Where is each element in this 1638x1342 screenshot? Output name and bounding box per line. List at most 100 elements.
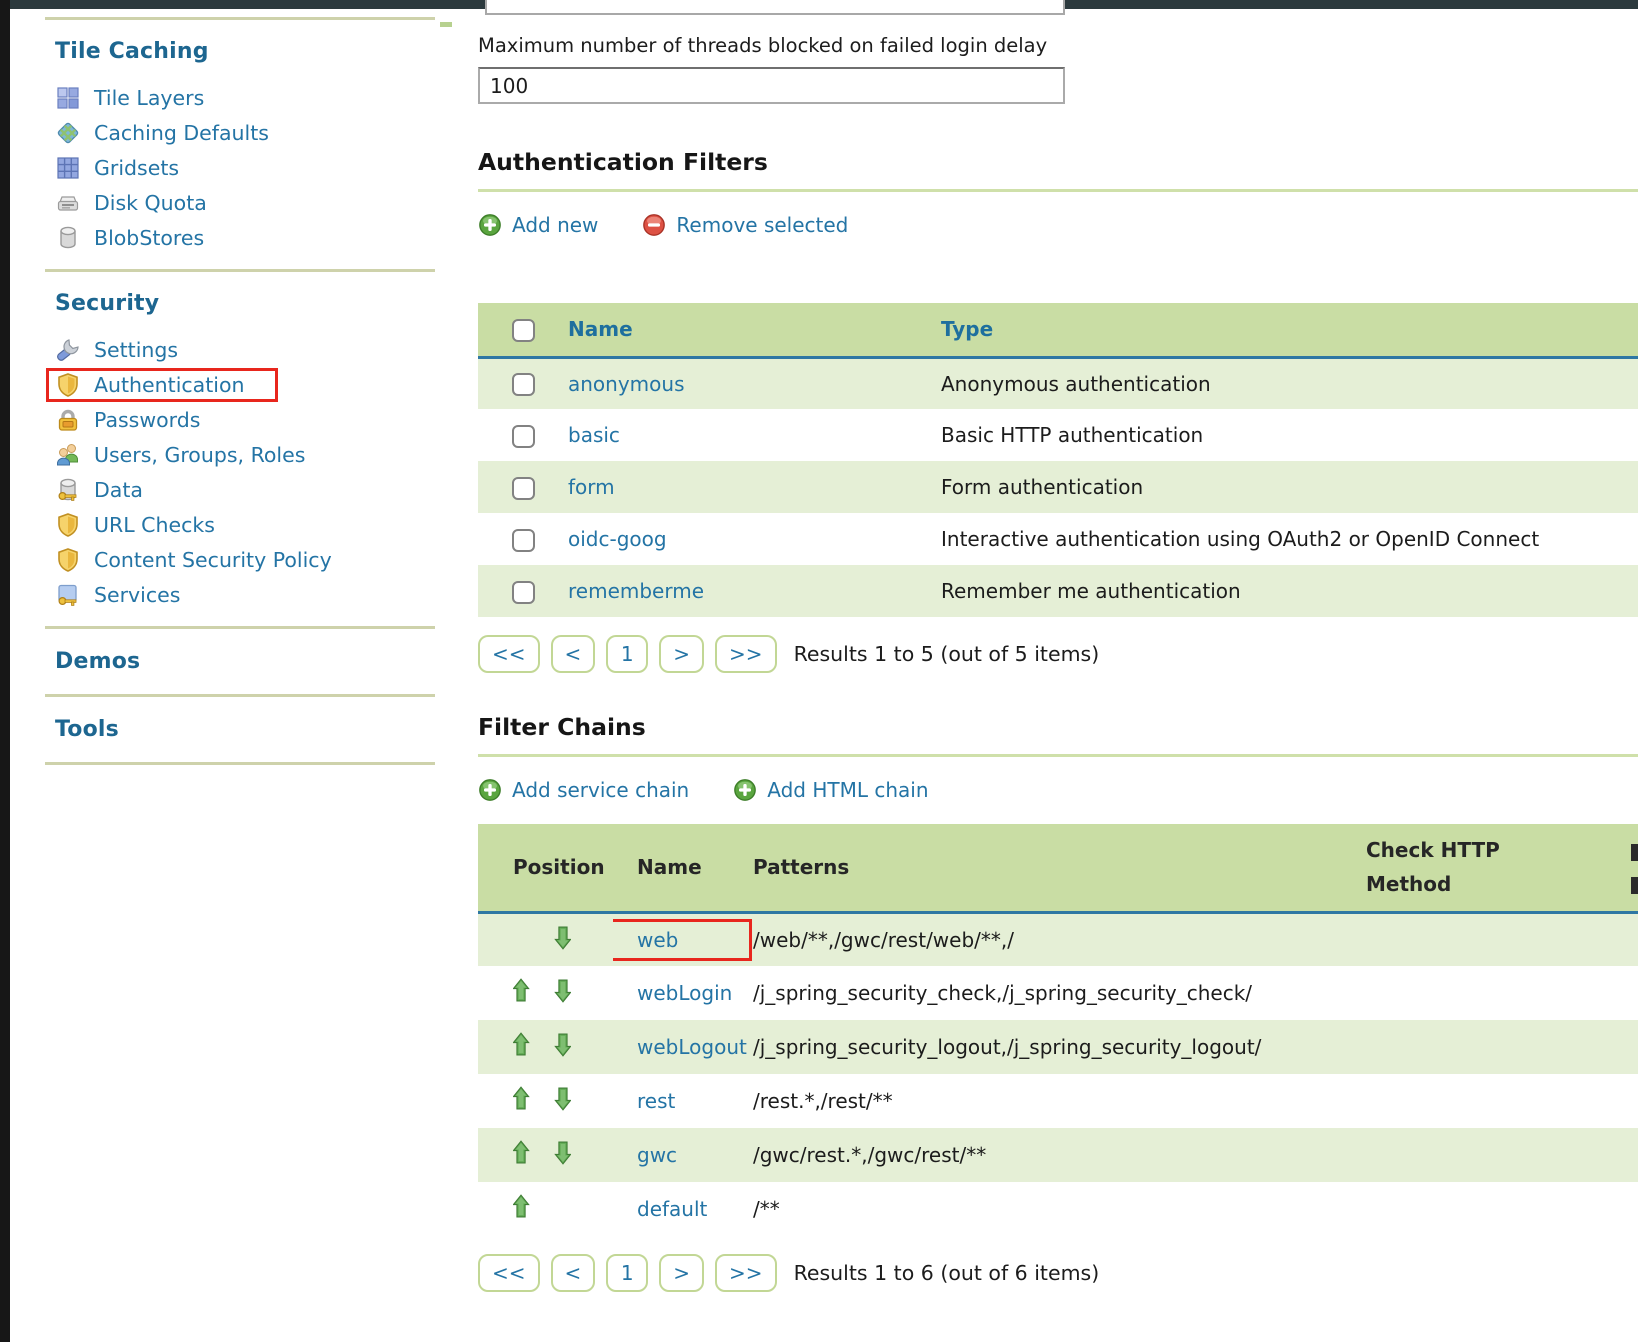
filter-name-link[interactable]: basic <box>568 423 620 447</box>
sidebar-item-label[interactable]: Gridsets <box>94 156 179 180</box>
shield-icon <box>55 372 81 398</box>
move-down-arrow[interactable] <box>554 1032 571 1057</box>
move-up-arrow[interactable] <box>513 1032 530 1057</box>
sidebar-section-tools[interactable]: Tools <box>55 717 435 742</box>
sidebar-item-settings[interactable]: Settings <box>55 332 435 367</box>
prev-page-button[interactable]: < <box>551 1254 596 1292</box>
move-up-arrow[interactable] <box>513 1086 530 1111</box>
sidebar-section-tile-caching: Tile Caching <box>55 39 435 64</box>
column-header-check-http-method: Check HTTP Method <box>1366 833 1526 901</box>
filter-name-link[interactable]: rememberme <box>568 579 704 603</box>
sidebar-item-label[interactable]: Passwords <box>94 408 200 432</box>
chain-name-link[interactable]: rest <box>637 1089 675 1113</box>
filter-type-text: Anonymous authentication <box>941 372 1211 396</box>
add-new-link[interactable]: Add new <box>478 213 598 237</box>
sidebar-divider <box>45 626 435 629</box>
move-down-arrow[interactable] <box>554 1086 571 1111</box>
select-all-checkbox[interactable] <box>512 319 535 342</box>
main-content: Maximum number of threads blocked on fai… <box>478 0 1638 1292</box>
sidebar-item-authentication[interactable]: Authentication <box>55 367 435 402</box>
sidebar-item-url-checks[interactable]: URL Checks <box>55 507 435 542</box>
auth-filters-pagination: << < 1 > >> Results 1 to 5 (out of 5 ite… <box>478 635 1638 673</box>
row-checkbox[interactable] <box>512 425 535 448</box>
row-checkbox[interactable] <box>512 529 535 552</box>
padlock-icon <box>55 407 81 433</box>
add-service-chain-link[interactable]: Add service chain <box>478 778 689 802</box>
chain-patterns-text: /j_spring_security_check,/j_spring_secur… <box>753 981 1252 1005</box>
move-down-arrow[interactable] <box>554 925 571 950</box>
first-page-button[interactable]: << <box>478 1254 540 1292</box>
sidebar-item-label[interactable]: Settings <box>94 338 178 362</box>
table-row: webLogin /j_spring_security_check,/j_spr… <box>478 966 1638 1020</box>
sidebar-item-data[interactable]: Data <box>55 472 435 507</box>
filter-chains-table: Position Name Patterns Check HTTP Method… <box>478 824 1638 1236</box>
chain-name-link[interactable]: web <box>637 928 678 952</box>
database-key-icon <box>55 477 81 503</box>
add-new-label: Add new <box>512 213 598 237</box>
move-up-arrow[interactable] <box>513 1194 530 1219</box>
blobstores-icon <box>55 225 81 251</box>
sidebar-divider <box>45 694 435 697</box>
sidebar-item-gridsets[interactable]: Gridsets <box>55 150 435 185</box>
sidebar-item-disk-quota[interactable]: Disk Quota <box>55 185 435 220</box>
move-down-arrow[interactable] <box>554 978 571 1003</box>
sidebar-item-label[interactable]: Authentication <box>94 373 245 397</box>
filter-chains-heading: Filter Chains <box>478 713 1638 757</box>
clipped-column-fragment <box>1631 877 1638 894</box>
column-header-position: Position <box>478 824 613 912</box>
sidebar-item-caching-defaults[interactable]: Caching Defaults <box>55 115 435 150</box>
sidebar-item-label[interactable]: Data <box>94 478 143 502</box>
sidebar-item-content-security-policy[interactable]: Content Security Policy <box>55 542 435 577</box>
remove-selected-link[interactable]: Remove selected <box>642 213 848 237</box>
last-page-button[interactable]: >> <box>715 635 777 673</box>
sidebar-item-label[interactable]: BlobStores <box>94 226 204 250</box>
sidebar-item-passwords[interactable]: Passwords <box>55 402 435 437</box>
page-number-button[interactable]: 1 <box>606 635 648 673</box>
sidebar-item-label[interactable]: URL Checks <box>94 513 215 537</box>
move-up-arrow[interactable] <box>513 978 530 1003</box>
next-page-button[interactable]: > <box>659 1254 704 1292</box>
caching-defaults-icon <box>55 120 81 146</box>
move-down-arrow[interactable] <box>554 1140 571 1165</box>
prev-page-button[interactable]: < <box>551 635 596 673</box>
sidebar-item-label[interactable]: Content Security Policy <box>94 548 332 572</box>
filter-name-link[interactable]: anonymous <box>568 372 685 396</box>
table-header-row: Name Type <box>478 303 1638 357</box>
column-header-name[interactable]: Name <box>568 317 633 341</box>
chain-name-link[interactable]: gwc <box>637 1143 677 1167</box>
sidebar-item-blobstores[interactable]: BlobStores <box>55 220 435 255</box>
column-header-type[interactable]: Type <box>941 317 993 341</box>
add-html-chain-link[interactable]: Add HTML chain <box>733 778 928 802</box>
sidebar-divider <box>45 762 435 765</box>
sidebar-item-services[interactable]: Services <box>55 577 435 612</box>
sidebar-item-label[interactable]: Caching Defaults <box>94 121 269 145</box>
page-number-button[interactable]: 1 <box>606 1254 648 1292</box>
next-page-button[interactable]: > <box>659 635 704 673</box>
filter-type-text: Interactive authentication using OAuth2 … <box>941 527 1539 551</box>
chain-name-link[interactable]: webLogin <box>637 981 732 1005</box>
sidebar-section-demos[interactable]: Demos <box>55 649 435 674</box>
chain-name-link[interactable]: webLogout <box>637 1035 747 1059</box>
sidebar-item-label[interactable]: Users, Groups, Roles <box>94 443 305 467</box>
sidebar-item-label[interactable]: Disk Quota <box>94 191 207 215</box>
row-checkbox[interactable] <box>512 477 535 500</box>
row-checkbox[interactable] <box>512 373 535 396</box>
authentication-filters-heading: Authentication Filters <box>478 148 1638 192</box>
sidebar-item-users-groups-roles[interactable]: Users, Groups, Roles <box>55 437 435 472</box>
table-row: webLogout /j_spring_security_logout,/j_s… <box>478 1020 1638 1074</box>
chain-name-link[interactable]: default <box>637 1197 707 1221</box>
sidebar-item-tile-layers[interactable]: Tile Layers <box>55 80 435 115</box>
add-html-chain-label: Add HTML chain <box>767 778 928 802</box>
sidebar-item-label[interactable]: Services <box>94 583 180 607</box>
row-checkbox[interactable] <box>512 581 535 604</box>
first-page-button[interactable]: << <box>478 635 540 673</box>
cut-off-input-field[interactable] <box>485 0 1065 15</box>
move-up-arrow[interactable] <box>513 1140 530 1165</box>
disk-quota-icon <box>55 190 81 216</box>
last-page-button[interactable]: >> <box>715 1254 777 1292</box>
filter-name-link[interactable]: form <box>568 475 615 499</box>
filter-name-link[interactable]: oidc-goog <box>568 527 667 551</box>
threads-input[interactable] <box>478 67 1065 104</box>
sidebar-item-label[interactable]: Tile Layers <box>94 86 204 110</box>
column-header-name: Name <box>613 824 753 912</box>
